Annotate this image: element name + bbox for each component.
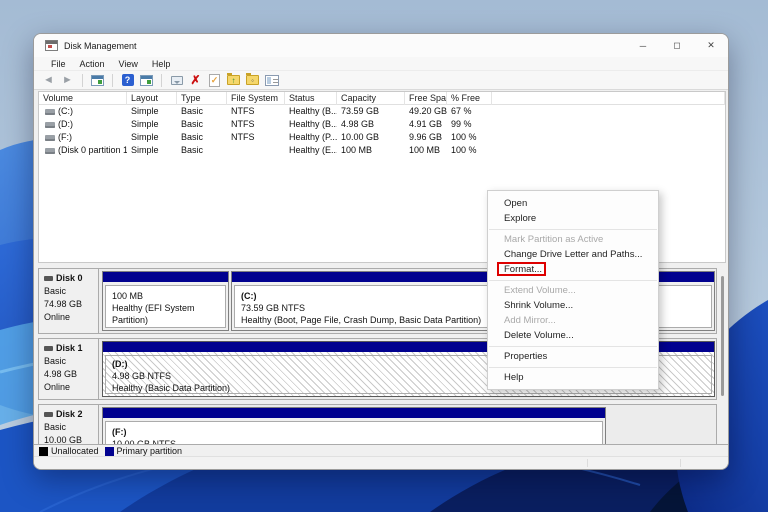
menu-item-properties[interactable]: Properties	[488, 349, 658, 364]
menu-item-add-mirror: Add Mirror...	[504, 315, 556, 326]
toolbar: ◄ ► ? ✗ ✓ ↑ ◦	[34, 71, 728, 90]
volume-row-c[interactable]: (C:) Simple Basic NTFS Healthy (B... 73.…	[39, 105, 725, 118]
context-menu: Open Explore Mark Partition as Active Ch…	[487, 190, 659, 390]
menu-action[interactable]: Action	[73, 59, 112, 69]
forward-icon[interactable]: ►	[60, 73, 75, 88]
console-window-icon[interactable]	[90, 73, 105, 88]
menu-help[interactable]: Help	[145, 59, 178, 69]
dialog-icon[interactable]	[169, 73, 184, 88]
column-header-capacity[interactable]: Capacity	[337, 92, 405, 105]
menu-bar: File Action View Help	[34, 57, 728, 71]
column-header-layout[interactable]: Layout	[127, 92, 177, 105]
volume-icon	[45, 108, 55, 115]
disk-icon	[44, 412, 53, 417]
action-pane-icon[interactable]	[139, 73, 154, 88]
disk-1-header[interactable]: Disk 1 Basic 4.98 GB Online	[39, 339, 99, 399]
toolbar-separator	[112, 73, 113, 87]
menu-item-delete-volume[interactable]: Delete Volume...	[488, 328, 658, 343]
disk-icon	[44, 276, 53, 281]
explore-folder-icon[interactable]: ◦	[245, 73, 260, 88]
volume-icon	[45, 121, 55, 128]
volume-row-f[interactable]: (F:) Simple Basic NTFS Healthy (P... 10.…	[39, 131, 725, 144]
minimize-button[interactable]: ─	[626, 34, 660, 57]
properties-icon[interactable]	[264, 73, 279, 88]
unallocated-swatch	[39, 446, 48, 456]
partition-efi[interactable]: 100 MB Healthy (EFI System Partition)	[102, 271, 229, 331]
open-folder-icon[interactable]: ↑	[226, 73, 241, 88]
statusbar-divider	[680, 459, 681, 467]
partition-color-bar	[103, 272, 228, 282]
primary-partition-swatch	[104, 446, 114, 456]
volume-row-d[interactable]: (D:) Simple Basic NTFS Healthy (B... 4.9…	[39, 118, 725, 131]
toolbar-separator	[161, 73, 162, 87]
volume-icon	[45, 134, 55, 141]
title-bar[interactable]: Disk Management ─ ◻ ✕	[34, 34, 728, 57]
status-bar	[34, 456, 728, 469]
disk-icon	[44, 346, 53, 351]
menu-item-shrink-volume[interactable]: Shrink Volume...	[488, 298, 658, 313]
disk-2-header[interactable]: Disk 2 Basic 10.00 GB Online	[39, 405, 99, 444]
disk-management-app-icon	[45, 40, 58, 51]
column-header-file-system[interactable]: File System	[227, 92, 285, 105]
menu-item-extend-volume: Extend Volume...	[504, 285, 576, 296]
help-icon[interactable]: ?	[120, 73, 135, 88]
delete-volume-icon[interactable]: ✗	[188, 73, 203, 88]
menu-view[interactable]: View	[112, 59, 145, 69]
volume-row-disk0-partition1[interactable]: (Disk 0 partition 1) Simple Basic Health…	[39, 144, 725, 157]
menu-item-help[interactable]: Help	[488, 370, 658, 385]
menu-file[interactable]: File	[44, 59, 73, 69]
vertical-scrollbar[interactable]	[721, 276, 724, 396]
column-header-free-space[interactable]: Free Spa...	[405, 92, 447, 105]
back-icon[interactable]: ◄	[41, 73, 56, 88]
volume-list-header: Volume Layout Type File System Status Ca…	[39, 92, 725, 105]
disk-2-row: Disk 2 Basic 10.00 GB Online (F:) 10.00 …	[38, 404, 717, 444]
column-header-volume[interactable]: Volume	[39, 92, 127, 105]
legend-primary-partition: Primary partition	[104, 446, 182, 456]
menu-item-open[interactable]: Open	[488, 196, 658, 211]
menu-item-format[interactable]: Format...	[488, 262, 658, 277]
column-header-status[interactable]: Status	[285, 92, 337, 105]
mark-partition-icon[interactable]: ✓	[207, 73, 222, 88]
partition-color-bar	[103, 408, 605, 418]
menu-item-mark-partition-active: Mark Partition as Active	[504, 234, 604, 245]
volume-icon	[45, 147, 55, 154]
maximize-button[interactable]: ◻	[660, 34, 694, 57]
column-header-type[interactable]: Type	[177, 92, 227, 105]
legend-unallocated: Unallocated	[39, 446, 99, 456]
menu-item-explore[interactable]: Explore	[488, 211, 658, 226]
statusbar-divider	[587, 459, 588, 467]
partition-f[interactable]: (F:) 10.00 GB NTFS Healthy (Primary Part…	[102, 407, 606, 444]
window-title: Disk Management	[64, 40, 137, 51]
column-header-pct-free[interactable]: % Free	[447, 92, 492, 105]
menu-item-change-drive-letter[interactable]: Change Drive Letter and Paths...	[488, 247, 658, 262]
close-button[interactable]: ✕	[694, 34, 728, 57]
toolbar-separator	[82, 73, 83, 87]
disk-0-header[interactable]: Disk 0 Basic 74.98 GB Online	[39, 269, 99, 333]
